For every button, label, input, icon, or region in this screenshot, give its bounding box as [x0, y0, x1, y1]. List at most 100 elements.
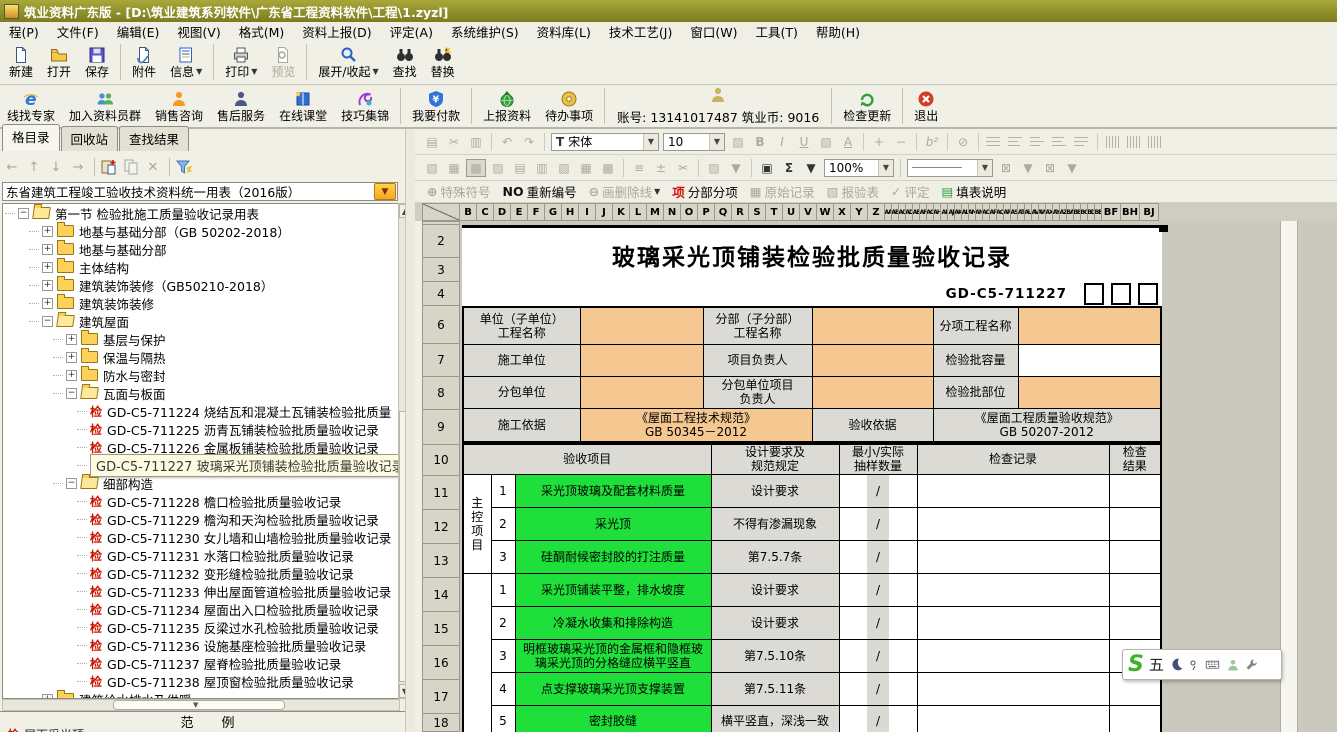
- toolbar-button-people-group[interactable]: 加入资料员群: [62, 88, 148, 124]
- collapse-icon[interactable]: −: [66, 388, 77, 399]
- code-box-2[interactable]: [1111, 283, 1131, 305]
- expand-icon[interactable]: +: [42, 298, 53, 309]
- toolbar-button-info-book[interactable]: 信息▼: [163, 44, 209, 80]
- menu-item-5[interactable]: 资料上报(D): [293, 21, 380, 42]
- column-header-AU[interactable]: AU: [1025, 203, 1032, 221]
- check-record-cell[interactable]: [917, 672, 1109, 705]
- tree-item[interactable]: 检GD-C5-711232 变形缝检验批质量验收记录: [3, 564, 399, 582]
- check-record-cell[interactable]: [917, 573, 1109, 606]
- row-header-2[interactable]: 2: [422, 225, 460, 258]
- row-header-11[interactable]: 11: [422, 476, 460, 510]
- collapse-icon[interactable]: −: [42, 316, 53, 327]
- column-header-AZ[interactable]: AZ: [1060, 203, 1067, 221]
- code-box-3[interactable]: [1138, 283, 1158, 305]
- row-header-16[interactable]: 16: [422, 646, 460, 680]
- column-header-AF[interactable]: AF: [920, 203, 927, 221]
- column-header-P[interactable]: P: [698, 203, 715, 221]
- tree-item[interactable]: 检GD-C5-711225 沥青瓦铺装检验批质量验收记录: [3, 420, 399, 438]
- tree-item[interactable]: 检GD-C5-711228 檐口检验批质量验收记录: [3, 492, 399, 510]
- tree-item[interactable]: +防水与密封: [3, 366, 399, 384]
- column-header-N[interactable]: N: [664, 203, 681, 221]
- column-header-AY[interactable]: AY: [1053, 203, 1060, 221]
- toolbar-button-exit[interactable]: 退出: [907, 88, 945, 124]
- catalog-dropdown[interactable]: 东省建筑工程竣工验收技术资料统一用表（2016版） ▼: [2, 182, 398, 201]
- column-header-BF[interactable]: BF: [1102, 203, 1121, 221]
- check-result-cell[interactable]: [1109, 573, 1161, 606]
- toolbar-button-new-doc[interactable]: 新建: [2, 44, 40, 80]
- column-header-BJ[interactable]: BJ: [1140, 203, 1159, 221]
- tree-item[interactable]: +建筑装饰装修（GB50210-2018）: [3, 276, 399, 294]
- column-header-AN[interactable]: AN: [976, 203, 983, 221]
- expand-icon[interactable]: +: [66, 352, 77, 363]
- column-header-T[interactable]: T: [766, 203, 783, 221]
- column-header-BD[interactable]: BD: [1088, 203, 1095, 221]
- chevron-down-icon[interactable]: ▼: [372, 65, 378, 79]
- column-header-BC[interactable]: BC: [1081, 203, 1088, 221]
- check-result-cell[interactable]: [1109, 540, 1161, 573]
- keyboard-icon[interactable]: [1204, 657, 1221, 672]
- column-header-B[interactable]: B: [460, 203, 477, 221]
- tab-回收站[interactable]: 回收站: [61, 126, 119, 151]
- column-header-R[interactable]: R: [732, 203, 749, 221]
- row-header-3[interactable]: 3: [422, 258, 460, 282]
- column-header-BH[interactable]: BH: [1121, 203, 1140, 221]
- chevron-down-icon[interactable]: ▼: [643, 134, 658, 150]
- chevron-down-icon[interactable]: ▼: [878, 160, 893, 176]
- toolbar-button-magic-book[interactable]: 技巧集锦: [334, 88, 396, 124]
- column-header-Y[interactable]: Y: [851, 203, 868, 221]
- info-cell-value[interactable]: [580, 307, 703, 344]
- tree-item[interactable]: +建筑装饰装修: [3, 294, 399, 312]
- expand-icon[interactable]: +: [42, 244, 53, 255]
- column-header-AE[interactable]: AE: [913, 203, 920, 221]
- column-header-AO[interactable]: AO: [983, 203, 990, 221]
- menu-item-4[interactable]: 格式(M): [230, 21, 294, 42]
- wrench-icon[interactable]: [1245, 658, 1259, 672]
- column-header-AJ[interactable]: AJ: [948, 203, 955, 221]
- column-header-Q[interactable]: Q: [715, 203, 732, 221]
- column-header-AT[interactable]: AT: [1018, 203, 1025, 221]
- check-record-cell[interactable]: [917, 540, 1109, 573]
- check-record-cell[interactable]: [917, 705, 1109, 732]
- tree-item[interactable]: −第一节 检验批施工质量验收记录用表: [3, 204, 399, 222]
- tree-horizontal-scrollbar[interactable]: ▼: [2, 699, 400, 711]
- toolbar-button-ie-globe[interactable]: e线找专家: [0, 88, 62, 124]
- menu-item-7[interactable]: 系统维护(S): [442, 21, 528, 42]
- check-record-cell[interactable]: [917, 606, 1109, 639]
- column-header-O[interactable]: O: [681, 203, 698, 221]
- action-form-help[interactable]: ▤填表说明: [941, 182, 1006, 201]
- column-header-AA[interactable]: AA: [885, 203, 892, 221]
- column-header-S[interactable]: S: [749, 203, 766, 221]
- tree-item[interactable]: +保温与隔热: [3, 348, 399, 366]
- column-header-L[interactable]: L: [630, 203, 647, 221]
- toolbar-button-printer[interactable]: 打印▼: [218, 44, 264, 80]
- menu-item-3[interactable]: 视图(V): [168, 21, 229, 42]
- toolbar-button-upload-globe[interactable]: 上报资料: [476, 88, 538, 124]
- info-cell-value[interactable]: [812, 376, 933, 408]
- sogou-logo-icon[interactable]: S: [1128, 654, 1144, 676]
- tree-item[interactable]: 检GD-C5-711235 反梁过水孔检验批质量验收记录: [3, 618, 399, 636]
- row-header-9[interactable]: 9: [422, 410, 460, 445]
- toolbar-button-pay-shield[interactable]: ¥我要付款: [405, 88, 467, 124]
- column-header-AS[interactable]: AS: [1011, 203, 1018, 221]
- toolbar-button-online-book[interactable]: 在线课堂: [272, 88, 334, 124]
- menu-item-2[interactable]: 编辑(E): [108, 21, 169, 42]
- column-header-U[interactable]: U: [783, 203, 800, 221]
- check-result-cell[interactable]: [1109, 474, 1161, 507]
- column-header-AC[interactable]: AC: [899, 203, 906, 221]
- tree-item[interactable]: +地基与基础分部（GB 50202-2018）: [3, 222, 399, 240]
- expand-icon[interactable]: +: [66, 370, 77, 381]
- toolbar-button-magnifier[interactable]: 展开/收起▼: [311, 44, 385, 80]
- tree-item[interactable]: −建筑屋面: [3, 312, 399, 330]
- menu-item-0[interactable]: 程(P): [0, 21, 48, 42]
- row-header-8[interactable]: 8: [422, 377, 460, 410]
- row-header-4[interactable]: 4: [422, 282, 460, 306]
- tree-item-selected[interactable]: GD-C5-711227 玻璃采光顶铺装检验批质量验收记录: [3, 456, 399, 474]
- tree-item[interactable]: 检GD-C5-711233 伸出屋面管道检验批质量验收记录: [3, 582, 399, 600]
- check-result-cell[interactable]: [1109, 507, 1161, 540]
- menu-item-9[interactable]: 技术工艺(J): [600, 21, 681, 42]
- catalog-dropdown-button[interactable]: ▼: [374, 183, 396, 200]
- toolbar-button-refresh[interactable]: 检查更新: [836, 88, 898, 124]
- night-mode-moon-icon[interactable]: [1169, 657, 1184, 672]
- column-header-X[interactable]: X: [834, 203, 851, 221]
- paste-new-icon[interactable]: [99, 157, 119, 177]
